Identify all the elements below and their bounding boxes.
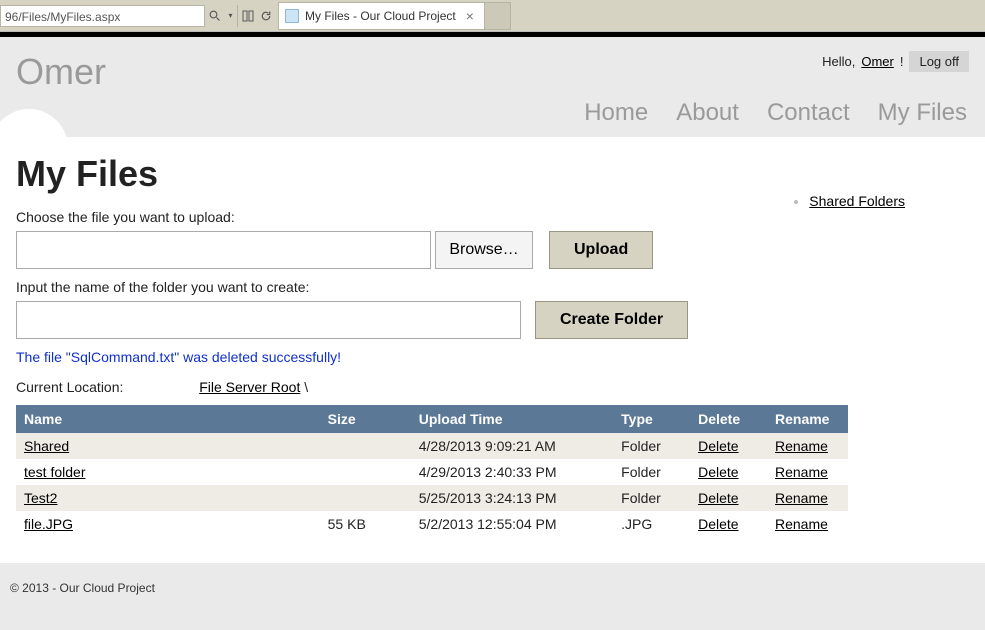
main-nav: Home About Contact My Files bbox=[0, 93, 985, 137]
site-logo[interactable]: Omer bbox=[16, 51, 106, 93]
nav-about[interactable]: About bbox=[676, 99, 739, 127]
rename-link[interactable]: Rename bbox=[775, 490, 828, 506]
file-size bbox=[320, 433, 411, 459]
nav-home[interactable]: Home bbox=[584, 99, 648, 127]
upload-button[interactable]: Upload bbox=[549, 231, 653, 269]
content-area: My Files Shared Folders Choose the file … bbox=[0, 137, 985, 563]
delete-link[interactable]: Delete bbox=[698, 438, 738, 454]
folder-label: Input the name of the folder you want to… bbox=[16, 279, 969, 295]
browse-button[interactable]: Browse… bbox=[435, 231, 533, 269]
footer: © 2013 - Our Cloud Project bbox=[0, 563, 985, 613]
logoff-button[interactable]: Log off bbox=[909, 51, 969, 72]
file-type: .JPG bbox=[613, 511, 690, 537]
file-name-link[interactable]: file.JPG bbox=[24, 516, 73, 532]
file-time: 5/25/2013 3:24:13 PM bbox=[411, 485, 613, 511]
greeting: Hello, bbox=[822, 54, 855, 69]
file-type: Folder bbox=[613, 459, 690, 485]
rename-link[interactable]: Rename bbox=[775, 438, 828, 454]
tab-title: My Files - Our Cloud Project bbox=[305, 9, 456, 23]
location-root-link[interactable]: File Server Root bbox=[199, 379, 300, 395]
nav-my-files[interactable]: My Files bbox=[878, 99, 967, 127]
account-area: Hello, Omer ! Log off bbox=[822, 51, 969, 72]
th-delete: Delete bbox=[690, 405, 767, 433]
rename-link[interactable]: Rename bbox=[775, 516, 828, 532]
file-type: Folder bbox=[613, 433, 690, 459]
delete-link[interactable]: Delete bbox=[698, 516, 738, 532]
file-time: 5/2/2013 12:55:04 PM bbox=[411, 511, 613, 537]
search-icon[interactable] bbox=[205, 5, 223, 27]
compat-view-icon[interactable] bbox=[238, 5, 256, 27]
greeting-bang: ! bbox=[900, 54, 904, 69]
search-options-icon[interactable]: ▾ bbox=[223, 5, 237, 27]
file-time: 4/29/2013 2:40:33 PM bbox=[411, 459, 613, 485]
th-rename: Rename bbox=[767, 405, 848, 433]
upload-label: Choose the file you want to upload: bbox=[16, 209, 969, 225]
file-type: Folder bbox=[613, 485, 690, 511]
file-name-link[interactable]: Shared bbox=[24, 438, 69, 454]
file-size: 55 KB bbox=[320, 511, 411, 537]
th-size: Size bbox=[320, 405, 411, 433]
th-type: Type bbox=[613, 405, 690, 433]
th-name: Name bbox=[16, 405, 320, 433]
refresh-icon[interactable] bbox=[256, 5, 274, 27]
nav-contact[interactable]: Contact bbox=[767, 99, 850, 127]
file-name-link[interactable]: Test2 bbox=[24, 490, 57, 506]
username-link[interactable]: Omer bbox=[861, 54, 894, 69]
location-sep: \ bbox=[304, 379, 308, 395]
table-row: Shared 4/28/2013 9:09:21 AMFolder Delete Re… bbox=[16, 433, 848, 459]
table-row: file.JPG 55 KB5/2/2013 12:55:04 PM.JPG Del… bbox=[16, 511, 848, 537]
rename-link[interactable]: Rename bbox=[775, 464, 828, 480]
th-time: Upload Time bbox=[411, 405, 613, 433]
location-label: Current Location: bbox=[16, 379, 123, 395]
delete-link[interactable]: Delete bbox=[698, 490, 738, 506]
file-size bbox=[320, 459, 411, 485]
delete-link[interactable]: Delete bbox=[698, 464, 738, 480]
page-icon bbox=[285, 9, 299, 23]
shared-folders-link[interactable]: Shared Folders bbox=[809, 193, 905, 209]
browser-chrome: 96/Files/MyFiles.aspx ▾ My Files - Our C… bbox=[0, 0, 985, 32]
file-size bbox=[320, 485, 411, 511]
breadcrumb: Current Location: File Server Root \ bbox=[16, 379, 969, 395]
files-table: Name Size Upload Time Type Delete Rename… bbox=[16, 405, 848, 537]
file-time: 4/28/2013 9:09:21 AM bbox=[411, 433, 613, 459]
file-path-input[interactable] bbox=[16, 231, 431, 269]
table-row: test folder 4/29/2013 2:40:33 PMFolder Del… bbox=[16, 459, 848, 485]
page-title: My Files bbox=[16, 153, 969, 195]
status-message: The file "SqlCommand.txt" was deleted su… bbox=[16, 349, 969, 365]
browser-tab[interactable]: My Files - Our Cloud Project × bbox=[278, 2, 485, 30]
table-row: Test2 5/25/2013 3:24:13 PMFolder Delete Ren… bbox=[16, 485, 848, 511]
address-bar[interactable]: 96/Files/MyFiles.aspx bbox=[0, 5, 205, 27]
new-tab-button[interactable] bbox=[485, 2, 511, 30]
close-icon[interactable]: × bbox=[462, 8, 478, 24]
sidebar: Shared Folders bbox=[791, 193, 905, 209]
file-name-link[interactable]: test folder bbox=[24, 464, 85, 480]
folder-name-input[interactable] bbox=[16, 301, 521, 339]
create-folder-button[interactable]: Create Folder bbox=[535, 301, 688, 339]
table-header-row: Name Size Upload Time Type Delete Rename bbox=[16, 405, 848, 433]
